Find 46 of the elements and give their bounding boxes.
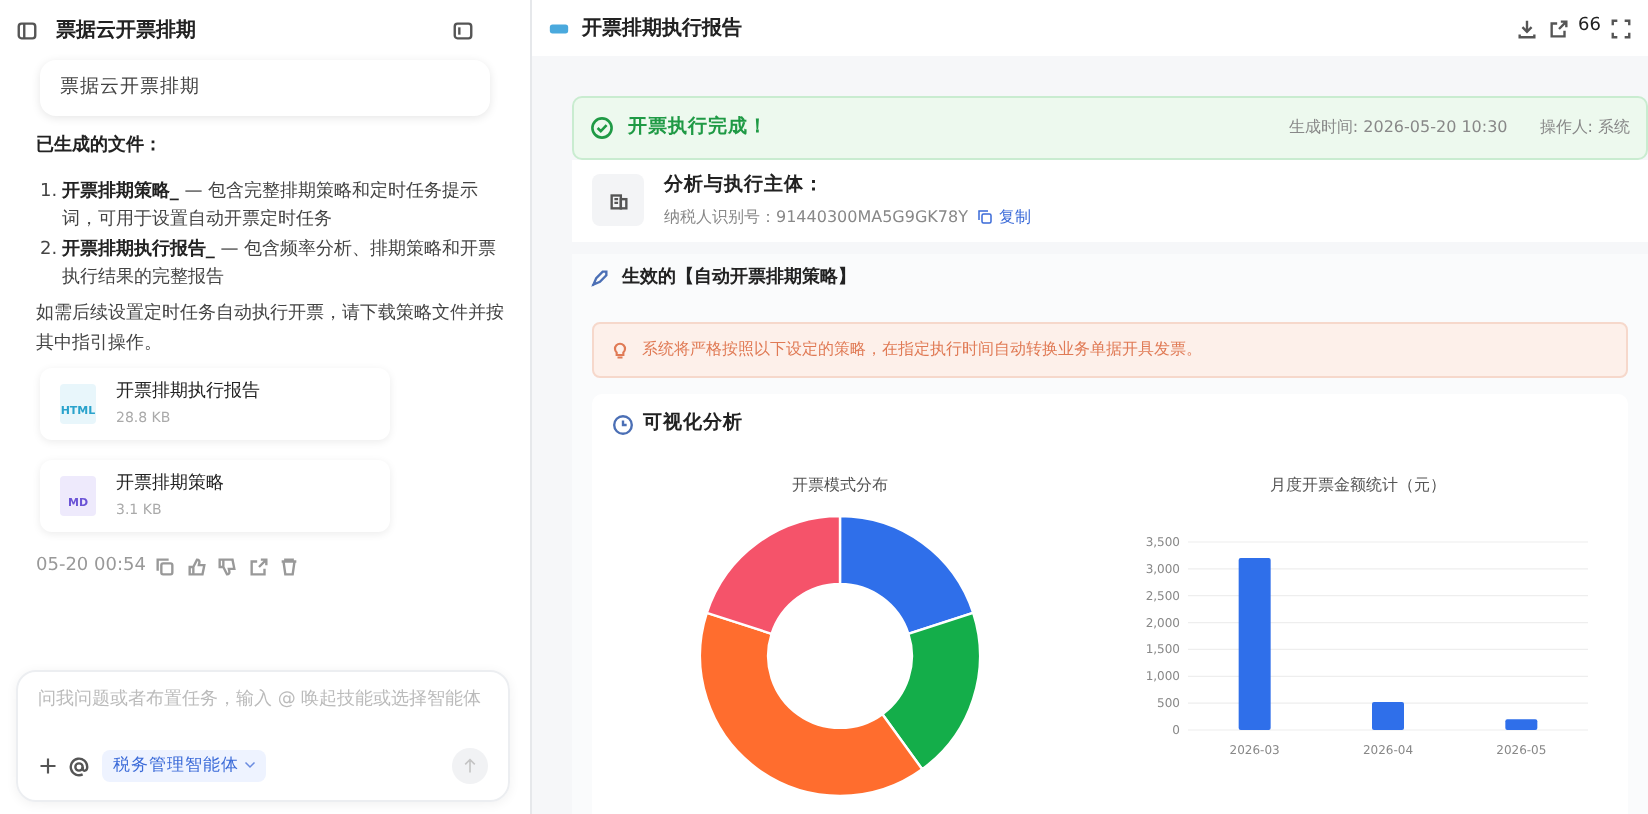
clock-icon bbox=[612, 414, 634, 436]
caret-icon bbox=[243, 758, 256, 771]
status-message: 开票执行完成！ bbox=[628, 113, 768, 142]
section-title: 可视化分析 bbox=[643, 410, 743, 439]
toolbar-count[interactable]: 66 bbox=[1578, 14, 1601, 42]
message-time: 05-20 00:54 bbox=[36, 554, 146, 581]
entity-label: 分析与执行主体： bbox=[664, 172, 826, 200]
chat-title: 票据云开票排期 bbox=[56, 17, 196, 45]
agent-selector[interactable]: 税务管理智能体 bbox=[102, 749, 266, 783]
notice-text: 系统将严格按照以下设定的策略，在指定执行时间自动转换业务单据开具发票。 bbox=[642, 337, 1202, 361]
generated-time: 生成时间: 2026-05-20 10:30 bbox=[1288, 116, 1508, 140]
copy-icon[interactable] bbox=[154, 556, 177, 579]
building-icon bbox=[607, 189, 629, 212]
user-message: 票据云开票排期 bbox=[40, 60, 490, 117]
bar bbox=[1372, 701, 1404, 729]
report-title: 开票排期执行报告 bbox=[582, 15, 742, 43]
fullscreen-icon[interactable] bbox=[1610, 17, 1632, 39]
sidebar-toggle-icon[interactable] bbox=[16, 19, 38, 41]
section-title: 生效的【自动开票排期策略】 bbox=[622, 265, 856, 292]
copy-link[interactable]: 复制 bbox=[976, 205, 1032, 229]
at-sign-icon[interactable] bbox=[67, 755, 89, 777]
chart-title: 开票模式分布 bbox=[790, 473, 890, 497]
note-text: 如需后续设置定时任务自动执行开票，请下载策略文件并按其中指引操作。 bbox=[36, 301, 506, 358]
tax-id-text: 纳税人识别号：91440300MA5G9GK78Y bbox=[664, 205, 968, 229]
share-icon[interactable] bbox=[247, 556, 270, 579]
lightbulb-icon bbox=[610, 339, 630, 359]
panel-icon[interactable] bbox=[452, 19, 474, 41]
thumbs-up-icon[interactable] bbox=[185, 556, 208, 579]
trash-icon[interactable] bbox=[278, 556, 301, 579]
list-number: 2. bbox=[40, 237, 58, 264]
files-heading: 已生成的文件： bbox=[36, 134, 164, 161]
file-name: 开票排期执行报告 bbox=[116, 380, 260, 407]
operator-text: 操作人: 系统 bbox=[1539, 116, 1630, 140]
external-link-icon[interactable] bbox=[1547, 17, 1570, 39]
list-item-text: 开票排期策略_ — 包含完整排期策略和定时任务提示词，可用于设置自动开票定时任务 bbox=[61, 179, 481, 235]
list-number: 1. bbox=[40, 179, 58, 206]
plus-icon[interactable] bbox=[38, 756, 58, 776]
list-item-text: 开票排期执行报告_ — 包含频率分析、排期策略和开票执行结果的完整报告 bbox=[61, 236, 499, 292]
check-circle-icon bbox=[590, 116, 614, 140]
file-name: 开票排期策略 bbox=[116, 472, 224, 499]
arrow-up-icon bbox=[462, 758, 478, 774]
download-icon[interactable] bbox=[1516, 17, 1539, 39]
chart-title: 月度开票金额统计（元） bbox=[1268, 473, 1448, 497]
thumbs-down-icon[interactable] bbox=[216, 556, 239, 579]
bar bbox=[1505, 718, 1538, 729]
copy-icon bbox=[976, 208, 995, 226]
